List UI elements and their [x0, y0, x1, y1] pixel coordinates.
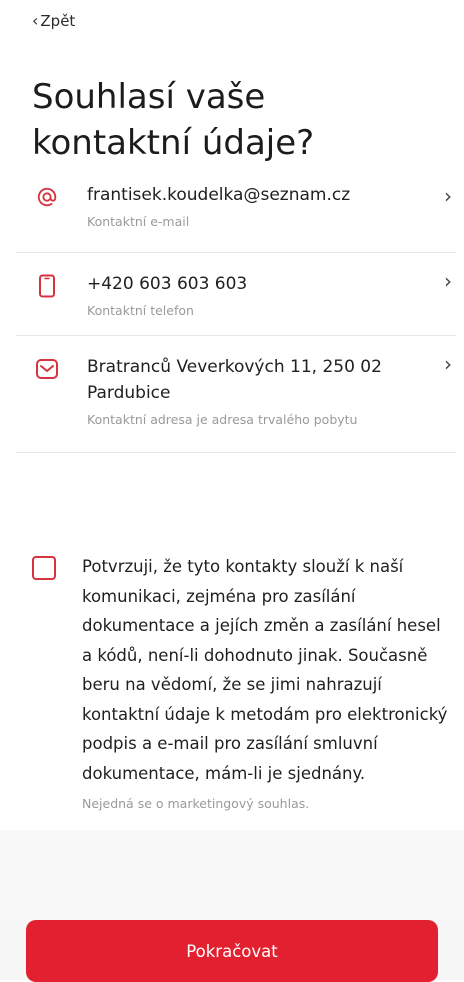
mail-icon — [34, 356, 60, 382]
contact-list: frantisek.koudelka@seznam.cz Kontaktní e… — [16, 168, 456, 453]
contact-row-address[interactable]: Bratranců Veverkových 11, 250 02 Pardubi… — [16, 336, 456, 453]
continue-button[interactable]: Pokračovat — [26, 920, 438, 982]
back-link[interactable]: ‹ Zpět — [32, 12, 75, 30]
email-value: frantisek.koudelka@seznam.cz — [87, 185, 351, 205]
page-title: Souhlasí vaše kontaktní údaje? — [32, 77, 315, 163]
consent-note: Nejedná se o marketingový souhlas. — [82, 796, 310, 811]
address-label: Kontaktní adresa je adresa trvalého poby… — [87, 412, 358, 427]
contact-row-phone[interactable]: +420 603 603 603 Kontaktní telefon › — [16, 253, 456, 336]
at-icon — [34, 184, 60, 210]
chevron-right-icon: › — [444, 184, 452, 208]
phone-value: +420 603 603 603 — [87, 274, 248, 294]
phone-icon — [34, 273, 60, 299]
chevron-right-icon: › — [444, 352, 452, 376]
bottom-background — [0, 830, 464, 922]
address-value: Bratranců Veverkových 11, 250 02 Pardubi… — [87, 357, 382, 403]
contact-row-email[interactable]: frantisek.koudelka@seznam.cz Kontaktní e… — [16, 168, 456, 253]
back-label: Zpět — [40, 12, 76, 30]
phone-label: Kontaktní telefon — [87, 303, 194, 318]
chevron-right-icon: › — [444, 269, 452, 293]
consent-block: Potvrzuji, že tyto kontakty slouží k naš… — [32, 552, 452, 814]
email-label: Kontaktní e-mail — [87, 214, 190, 229]
consent-checkbox[interactable] — [32, 556, 56, 580]
chevron-left-icon: ‹ — [32, 11, 39, 30]
consent-text: Potvrzuji, že tyto kontakty slouží k naš… — [82, 557, 448, 783]
